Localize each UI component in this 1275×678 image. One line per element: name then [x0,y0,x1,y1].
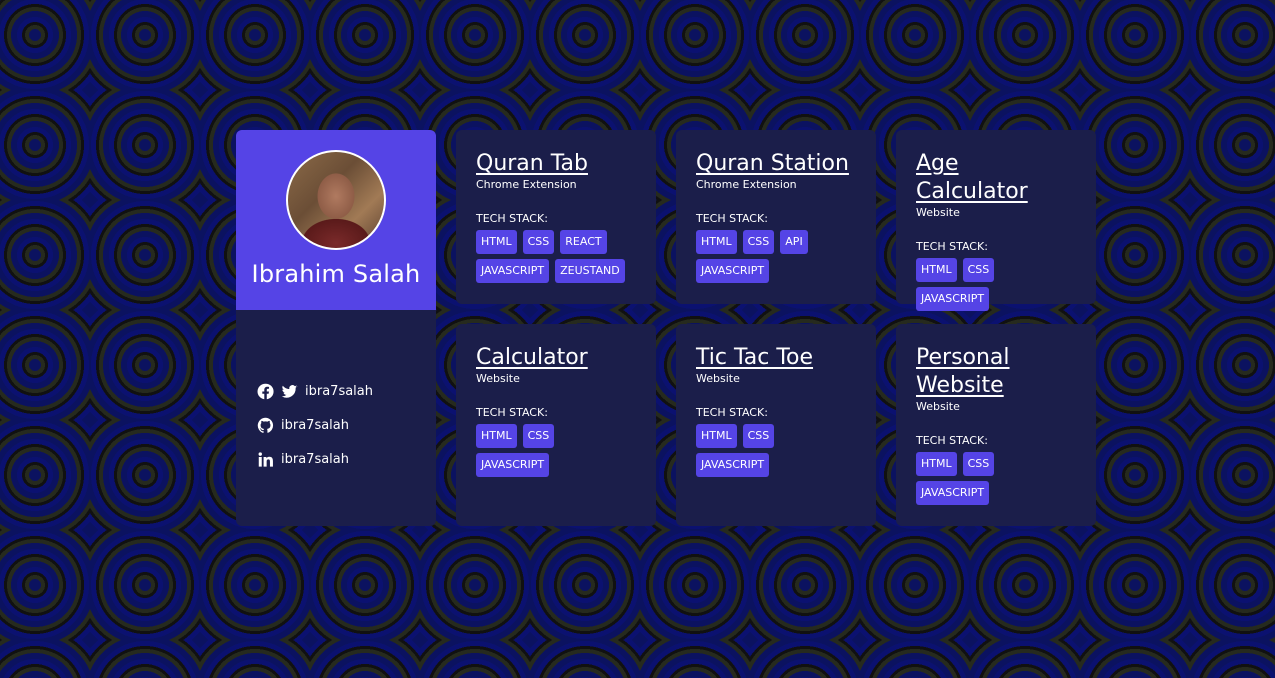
tech-tags: HTML CSS JAVASCRIPT [696,424,796,477]
social-handle[interactable]: ibra7salah [305,384,373,399]
project-title-link[interactable]: Calculator [476,344,636,372]
portfolio-layout: Ibrahim Salah ibra7salah ibra7salah ibra… [236,130,1096,526]
github-icon[interactable] [257,417,274,434]
profile-name: Ibrahim Salah [251,260,421,288]
tech-tag: JAVASCRIPT [476,453,550,477]
social-row-linkedin[interactable]: ibra7salah [257,442,436,476]
tech-tag: HTML [476,230,517,254]
project-type: Chrome Extension [696,178,797,191]
tech-tag: HTML [696,230,737,254]
profile-header: Ibrahim Salah [236,130,436,310]
tech-stack-label: TECH STACK: [696,212,768,225]
tech-stack-label: TECH STACK: [696,406,768,419]
tech-tags: HTML CSS JAVASCRIPT [916,258,1016,311]
project-card-tic-tac-toe: Tic Tac Toe Website TECH STACK: HTML CSS… [676,324,876,526]
project-card-calculator: Calculator Website TECH STACK: HTML CSS … [456,324,656,526]
social-row-twitter[interactable]: ibra7salah [257,374,436,408]
profile-card: Ibrahim Salah ibra7salah ibra7salah ibra… [236,130,436,526]
project-card-quran-station: Quran Station Chrome Extension TECH STAC… [676,130,876,304]
project-type: Website [916,206,960,219]
social-handle[interactable]: ibra7salah [281,452,349,467]
project-card-age-calculator: Age Calculator Website TECH STACK: HTML … [896,130,1096,311]
social-handle[interactable]: ibra7salah [281,418,349,433]
tech-tag: JAVASCRIPT [476,259,550,283]
tech-tags: HTML CSS REACT JAVASCRIPT ZEUSTAND [476,230,636,283]
twitter-icon[interactable] [281,383,298,400]
tech-tag: CSS [522,230,555,254]
project-card-quran-tab: Quran Tab Chrome Extension TECH STACK: H… [456,130,656,304]
facebook-icon[interactable] [257,383,274,400]
tech-tag: JAVASCRIPT [696,259,770,283]
project-title-link[interactable]: Age Calculator [916,150,1076,206]
tech-tags: HTML CSS JAVASCRIPT [916,452,1016,505]
social-links: ibra7salah ibra7salah ibra7salah [236,310,436,476]
tech-tag: CSS [522,424,555,448]
tech-tag: JAVASCRIPT [916,481,990,505]
social-row-github[interactable]: ibra7salah [257,408,436,442]
tech-tag: HTML [916,452,957,476]
project-type: Website [696,372,740,385]
project-type: Chrome Extension [476,178,577,191]
tech-tag: JAVASCRIPT [696,453,770,477]
tech-tag: HTML [476,424,517,448]
project-title-link[interactable]: Quran Station [696,150,856,178]
project-title-link[interactable]: Quran Tab [476,150,636,178]
tech-tag: HTML [916,258,957,282]
tech-tag: API [780,230,808,254]
tech-tags: HTML CSS API JAVASCRIPT [696,230,856,283]
tech-tag: CSS [962,452,995,476]
project-card-personal-website: Personal Website Website TECH STACK: HTM… [896,324,1096,526]
project-type: Website [476,372,520,385]
tech-stack-label: TECH STACK: [476,406,548,419]
tech-tag: JAVASCRIPT [916,287,990,311]
tech-tag: HTML [696,424,737,448]
tech-tag: CSS [742,230,775,254]
project-type: Website [916,400,960,413]
project-title-link[interactable]: Tic Tac Toe [696,344,856,372]
tech-tag: CSS [962,258,995,282]
avatar [286,150,386,250]
tech-stack-label: TECH STACK: [476,212,548,225]
project-title-link[interactable]: Personal Website [916,344,1036,400]
linkedin-icon[interactable] [257,451,274,468]
tech-tag: CSS [742,424,775,448]
tech-tag: REACT [560,230,607,254]
tech-stack-label: TECH STACK: [916,434,988,447]
tech-stack-label: TECH STACK: [916,240,988,253]
tech-tags: HTML CSS JAVASCRIPT [476,424,576,477]
tech-tag: ZEUSTAND [555,259,625,283]
